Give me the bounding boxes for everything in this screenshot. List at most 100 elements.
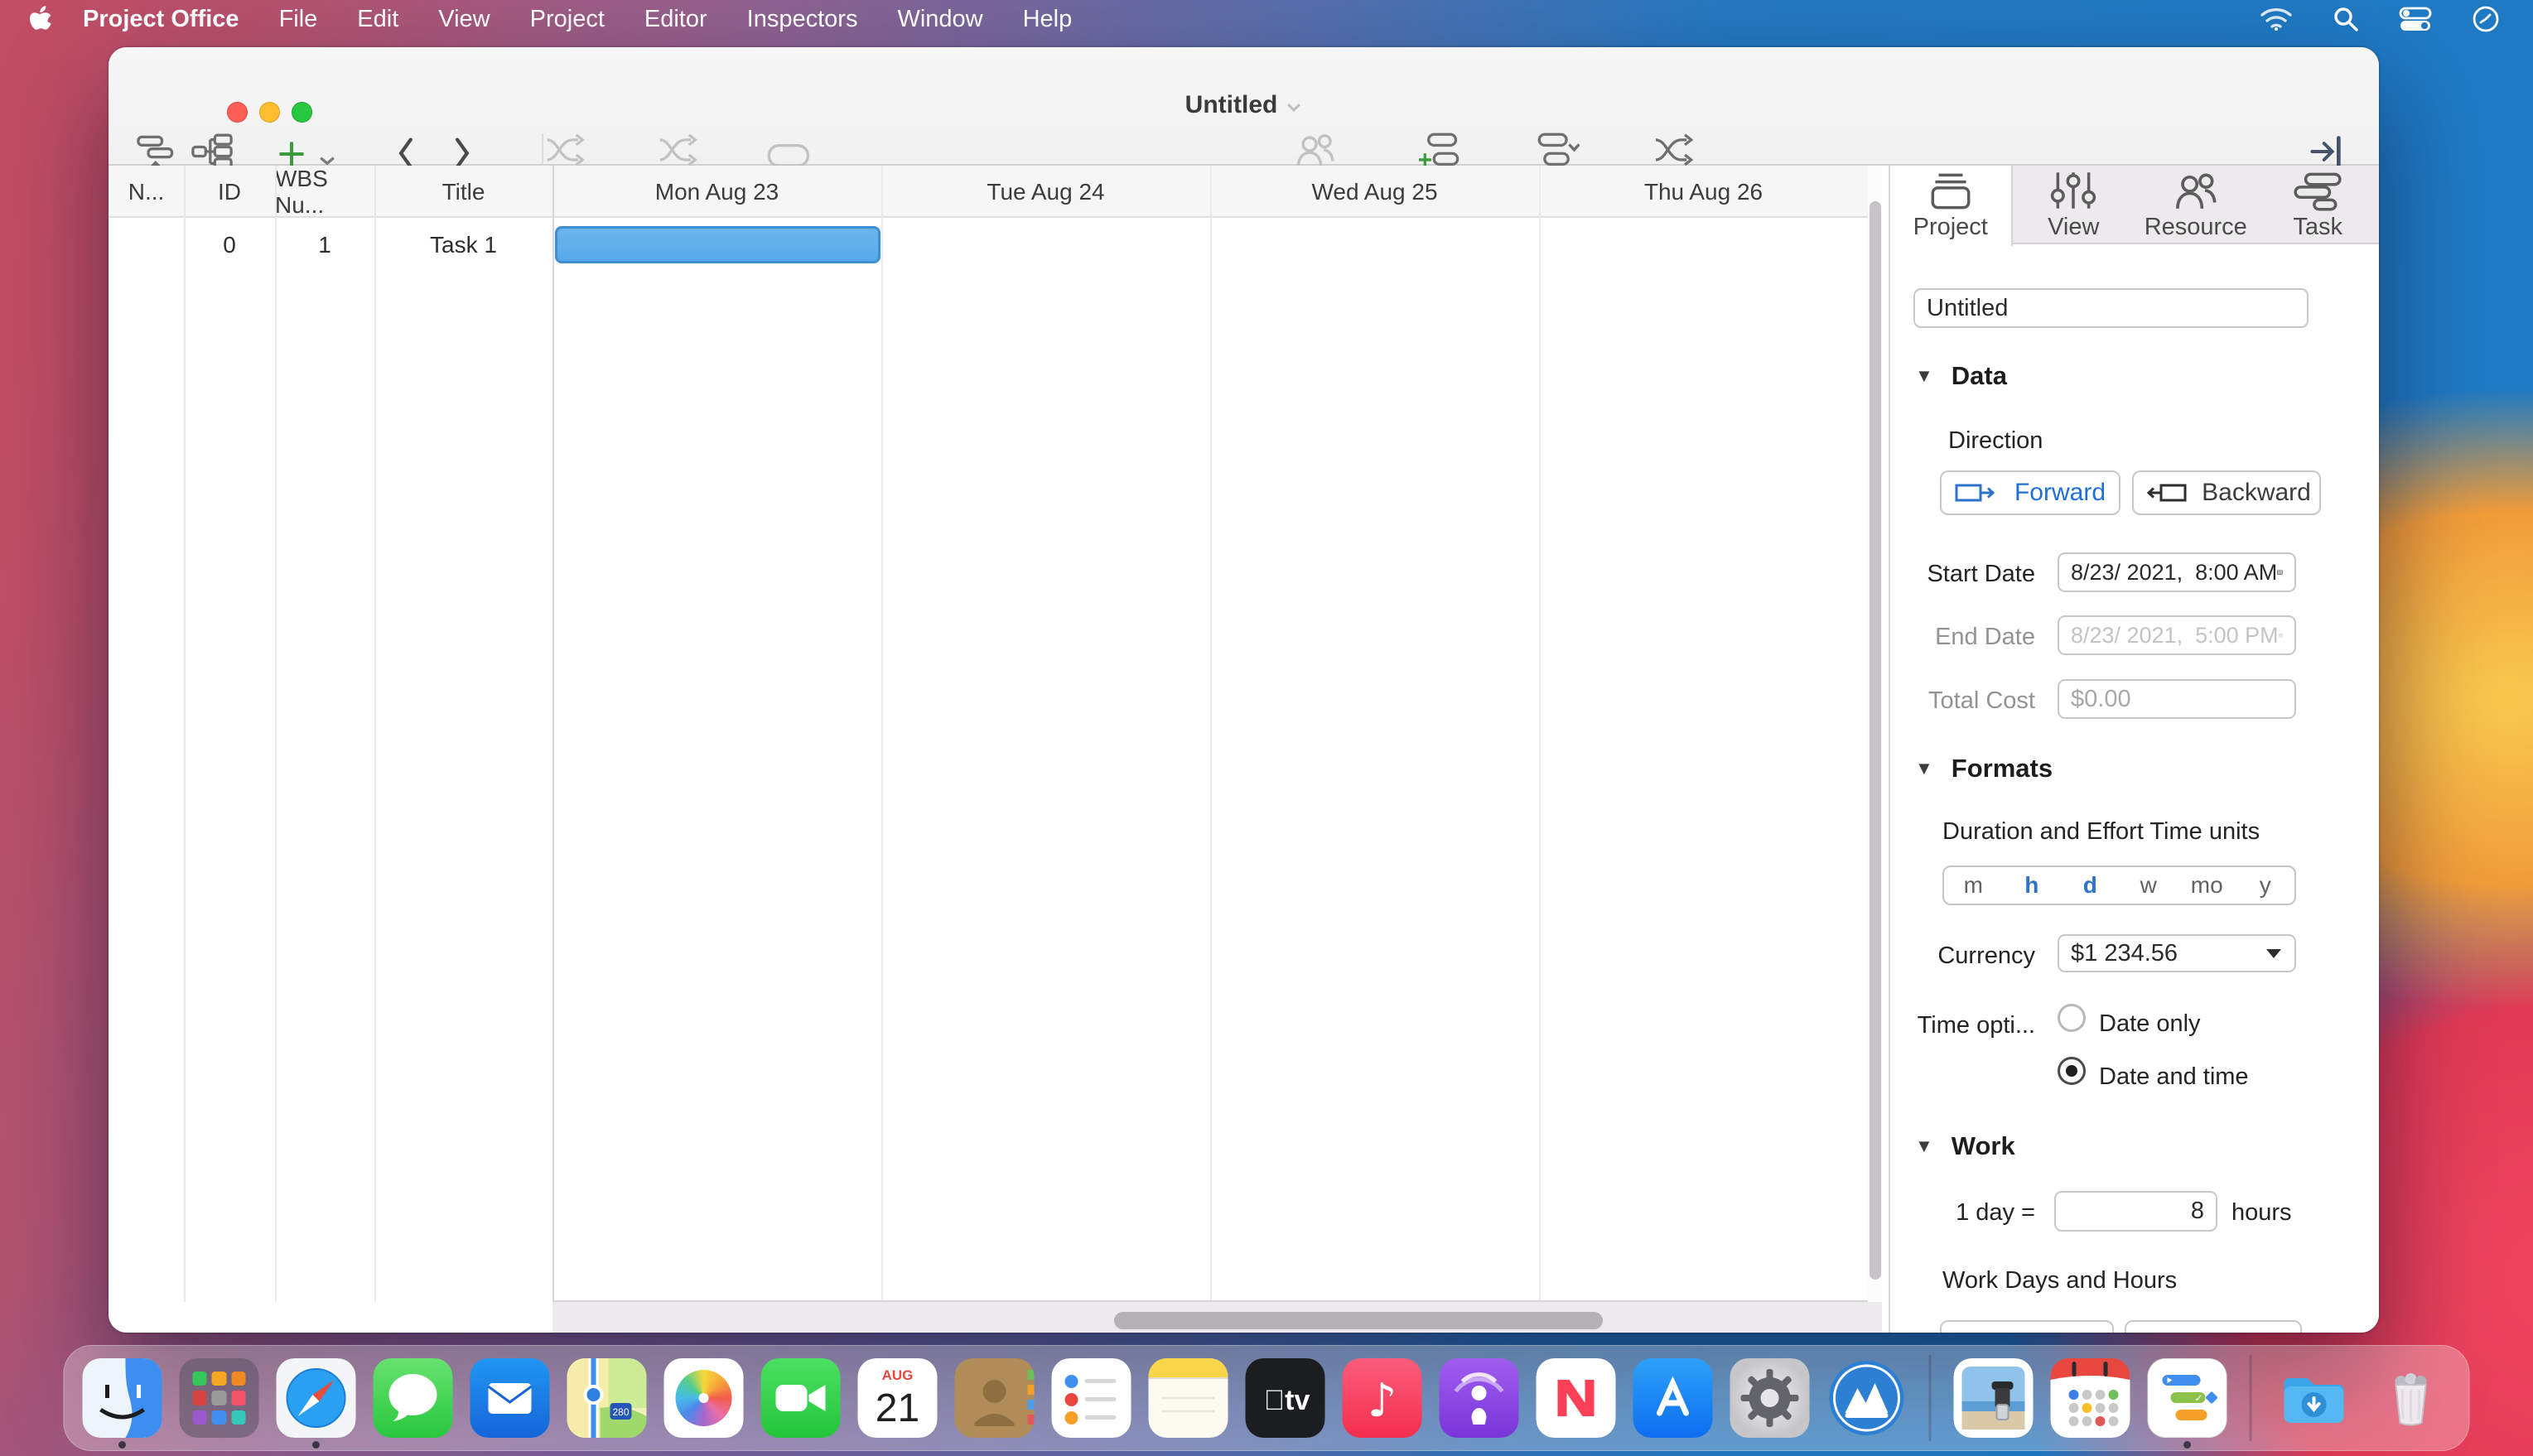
- gantt-task-bar[interactable]: [555, 226, 881, 263]
- menu-edit[interactable]: Edit: [337, 0, 418, 38]
- table-column-header[interactable]: N...: [109, 166, 184, 218]
- tab-task[interactable]: Task: [2257, 166, 2380, 244]
- dock-launchpad-icon[interactable]: [180, 1358, 259, 1438]
- window-titlebar: Untitled ViewAddUndoRedoConnectDisconnec…: [109, 47, 2379, 166]
- menu-view[interactable]: View: [418, 0, 509, 38]
- currency-label: Currency: [1890, 943, 2035, 970]
- dock-downloads-icon[interactable]: [2275, 1358, 2354, 1438]
- tab-resource[interactable]: Resource: [2135, 166, 2257, 244]
- apple-menu-icon[interactable]: [30, 6, 51, 32]
- unit-m-segment[interactable]: m: [1944, 867, 2003, 904]
- menu-bar: Project Office FileEditViewProjectEditor…: [0, 0, 2533, 38]
- control-center-icon[interactable]: [2399, 7, 2432, 31]
- dock-app-store-icon[interactable]: [1633, 1358, 1713, 1438]
- unit-y-segment[interactable]: y: [2236, 867, 2295, 904]
- unit-h-segment[interactable]: h: [2003, 867, 2062, 904]
- gantt-day-header: Wed Aug 25: [1210, 166, 1539, 218]
- menu-file[interactable]: File: [259, 0, 338, 38]
- dock-tv-icon[interactable]: tv: [1246, 1358, 1325, 1438]
- dock-safari-icon[interactable]: [277, 1358, 356, 1438]
- title-chevron-icon[interactable]: [1286, 102, 1302, 113]
- menu-inspectors[interactable]: Inspectors: [727, 0, 878, 38]
- dock-mountain-app-icon[interactable]: [1827, 1358, 1907, 1438]
- grid-divider: [1539, 166, 1541, 1302]
- hours-per-day-field[interactable]: 8: [2054, 1191, 2217, 1232]
- dock-facetime-icon[interactable]: [761, 1358, 841, 1438]
- dock-photos-icon[interactable]: [664, 1358, 744, 1438]
- table-cell[interactable]: [109, 218, 184, 272]
- tab-label: Resource: [2135, 214, 2257, 241]
- day-equals-label: 1 day =: [1890, 1199, 2035, 1227]
- dock-preview-icon[interactable]: [1954, 1358, 2034, 1438]
- start-date-field[interactable]: 8/23/ 2021, 8:00 AM: [2058, 552, 2296, 592]
- dock-trash-icon[interactable]: [2371, 1358, 2451, 1438]
- start-date-label: Start Date: [1890, 561, 2035, 588]
- unit-d-segment[interactable]: d: [2061, 867, 2120, 904]
- dock-messages-icon[interactable]: [374, 1358, 453, 1438]
- svg-text:♪: ♪: [1368, 1374, 1397, 1428]
- dock-planner-icon[interactable]: [2051, 1358, 2130, 1438]
- menubar-app-name[interactable]: Project Office: [63, 6, 259, 33]
- data-section-header[interactable]: ▼ Data: [1915, 361, 2007, 391]
- svg-text:280: 280: [612, 1406, 629, 1418]
- menu-project[interactable]: Project: [510, 0, 625, 38]
- date-and-time-label[interactable]: Date and time: [2099, 1063, 2249, 1091]
- mail-app-icon: [470, 1358, 550, 1438]
- project-name-field[interactable]: Untitled: [1913, 288, 2309, 328]
- tab-project[interactable]: Project: [1890, 166, 2013, 246]
- table-cell[interactable]: 1: [275, 218, 374, 272]
- dock-reminders-icon[interactable]: [1052, 1358, 1131, 1438]
- horizontal-scrollbar-thumb[interactable]: [1114, 1312, 1603, 1329]
- svg-text:AUG: AUG: [882, 1367, 914, 1383]
- end-date-label: End Date: [1890, 624, 2035, 651]
- clock-icon[interactable]: [2472, 5, 2500, 33]
- menu-editor[interactable]: Editor: [625, 0, 727, 38]
- music-app-icon: ♪: [1343, 1358, 1422, 1438]
- wifi-icon[interactable]: [2260, 7, 2293, 31]
- dock-calendar-icon[interactable]: AUG21: [858, 1358, 938, 1438]
- search-icon[interactable]: [2333, 6, 2359, 32]
- work-section-header[interactable]: ▼ Work: [1915, 1131, 2015, 1161]
- dock-project-office-icon[interactable]: ✓: [2148, 1358, 2227, 1438]
- table-column-header[interactable]: Title: [374, 166, 552, 218]
- disclosure-triangle-icon[interactable]: ▼: [1915, 365, 1933, 387]
- dock-music-icon[interactable]: ♪: [1343, 1358, 1422, 1438]
- unit-mo-segment[interactable]: mo: [2178, 867, 2236, 904]
- hours-unit-label: hours: [2231, 1199, 2292, 1227]
- table-column-header[interactable]: ID: [184, 166, 275, 218]
- reminders-app-icon: [1052, 1358, 1131, 1438]
- table-cell[interactable]: 0: [184, 218, 275, 272]
- direction-backward-button[interactable]: Backward: [2132, 470, 2321, 515]
- table-cell[interactable]: Task 1: [374, 218, 552, 272]
- tab-view[interactable]: View: [2013, 166, 2135, 244]
- currency-select[interactable]: $1 234.56: [2058, 934, 2296, 972]
- work-days-field-stub[interactable]: [1940, 1320, 2114, 1333]
- menu-window[interactable]: Window: [877, 0, 1002, 38]
- app-store-app-icon: [1633, 1358, 1713, 1438]
- dock-notes-icon[interactable]: [1149, 1358, 1228, 1438]
- dock-system-preferences-icon[interactable]: [1730, 1358, 1810, 1438]
- date-and-time-radio[interactable]: [2058, 1057, 2086, 1085]
- date-only-label[interactable]: Date only: [2099, 1010, 2201, 1038]
- direction-forward-button[interactable]: Forward: [1940, 470, 2120, 515]
- dock-podcasts-icon[interactable]: [1440, 1358, 1519, 1438]
- gantt-day-header: Tue Aug 24: [881, 166, 1210, 218]
- unit-w-segment[interactable]: w: [2120, 867, 2178, 904]
- disclosure-triangle-icon[interactable]: ▼: [1915, 758, 1933, 779]
- dock-finder-icon[interactable]: [83, 1358, 162, 1438]
- dock-contacts-icon[interactable]: [955, 1358, 1035, 1438]
- dock-news-icon[interactable]: [1537, 1358, 1616, 1438]
- end-date-field: 8/23/ 2021, 5:00 PM: [2058, 615, 2296, 655]
- dock-maps-icon[interactable]: 280: [567, 1358, 647, 1438]
- dock-mail-icon[interactable]: [470, 1358, 550, 1438]
- system-preferences-app-icon: [1730, 1358, 1810, 1438]
- disclosure-triangle-icon[interactable]: ▼: [1915, 1135, 1933, 1157]
- table-column-header[interactable]: WBS Nu...: [275, 166, 374, 218]
- vertical-scrollbar-thumb[interactable]: [1870, 201, 1881, 1280]
- formats-section-header[interactable]: ▼ Formats: [1915, 754, 2053, 783]
- date-only-radio[interactable]: [2058, 1004, 2086, 1032]
- menu-help[interactable]: Help: [1003, 0, 1093, 38]
- grid-divider: [552, 166, 554, 1302]
- total-cost-field: $0.00: [2058, 679, 2296, 719]
- work-hours-field-stub[interactable]: [2125, 1320, 2302, 1333]
